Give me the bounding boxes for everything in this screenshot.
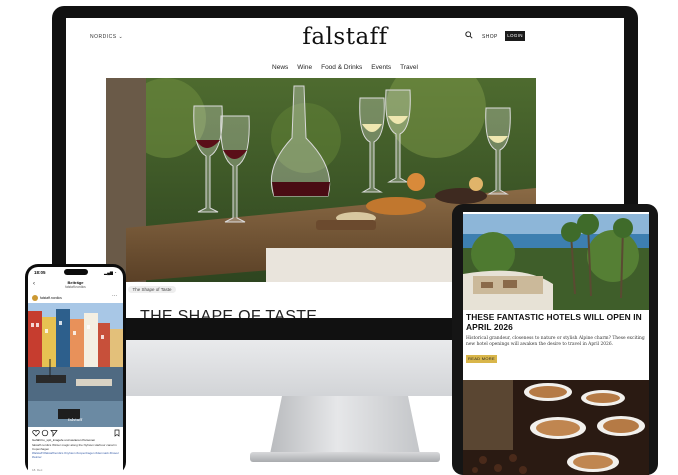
tablet-screen: THESE FANTASTIC HOTELS WILL OPEN IN APRI…: [463, 212, 649, 475]
post-image-watermark: falstaff: [68, 417, 83, 422]
device-mockup-stage: NORDICS ⌄ falstaff SHOP LOGIN News Wine …: [0, 0, 678, 475]
nav-item-events[interactable]: Events: [371, 64, 391, 71]
nav-item-travel[interactable]: Travel: [400, 64, 418, 71]
article-title[interactable]: THESE FANTASTIC HOTELS WILL OPEN IN APRI…: [466, 312, 648, 332]
status-time: 18:05: [34, 270, 46, 275]
tablet-device: THESE FANTASTIC HOTELS WILL OPEN IN APRI…: [452, 204, 658, 475]
post-timestamp: 18. Dez.: [32, 468, 44, 472]
monitor-stand: [270, 396, 420, 454]
share-icon: [50, 430, 58, 437]
site-logo[interactable]: falstaff: [66, 24, 624, 50]
post-actions: [32, 429, 120, 437]
article-teaser: Historical grandeur, closeness to nature…: [466, 336, 645, 347]
hotel-image[interactable]: [463, 214, 649, 310]
dynamic-island: [64, 269, 88, 275]
phone-screen: 18:05 ▂▄▆ ◔ ‹ Beiträge falstaff.nordics …: [28, 267, 123, 475]
phone-device: 18:05 ▂▄▆ ◔ ‹ Beiträge falstaff.nordics …: [25, 264, 126, 475]
nav-item-food-drinks[interactable]: Food & Drinks: [321, 64, 362, 71]
bookmark-icon: [114, 429, 120, 437]
shop-link[interactable]: SHOP: [482, 34, 498, 40]
coffee-image[interactable]: [463, 380, 649, 475]
breadcrumb-item-current[interactable]: The Shape of Taste: [127, 286, 177, 293]
article-headline[interactable]: THE SHAPE OF TASTE: [140, 308, 317, 318]
read-more-button[interactable]: READ MORE: [466, 355, 497, 363]
nav-item-wine[interactable]: Wine: [297, 64, 312, 71]
search-icon[interactable]: [465, 31, 473, 39]
comment-icon: [41, 429, 49, 437]
post-username[interactable]: falstaff.nordics: [40, 296, 62, 300]
site-header: NORDICS ⌄ falstaff SHOP LOGIN: [66, 18, 624, 58]
login-button[interactable]: LOGIN: [505, 31, 525, 41]
avatar[interactable]: [32, 295, 38, 301]
more-options-icon[interactable]: ···: [112, 293, 117, 299]
post-hashtags[interactable]: #falstaff #falstaffnordics #nyhavn #cope…: [32, 451, 120, 459]
heart-icon: [32, 430, 40, 437]
posts-header-account: falstaff.nordics: [65, 285, 86, 289]
post-likes: Gefällt bo_spit_imagefe und weiteren Per…: [32, 438, 96, 442]
main-nav: News Wine Food & Drinks Events Travel: [66, 64, 624, 71]
post-caption: falstaff.nordics Winter magic along the …: [32, 443, 117, 451]
monitor-foot: [250, 452, 440, 462]
post-image[interactable]: [28, 303, 123, 427]
status-icons: ▂▄▆ ◔: [104, 270, 117, 275]
nav-item-news[interactable]: News: [272, 64, 288, 71]
